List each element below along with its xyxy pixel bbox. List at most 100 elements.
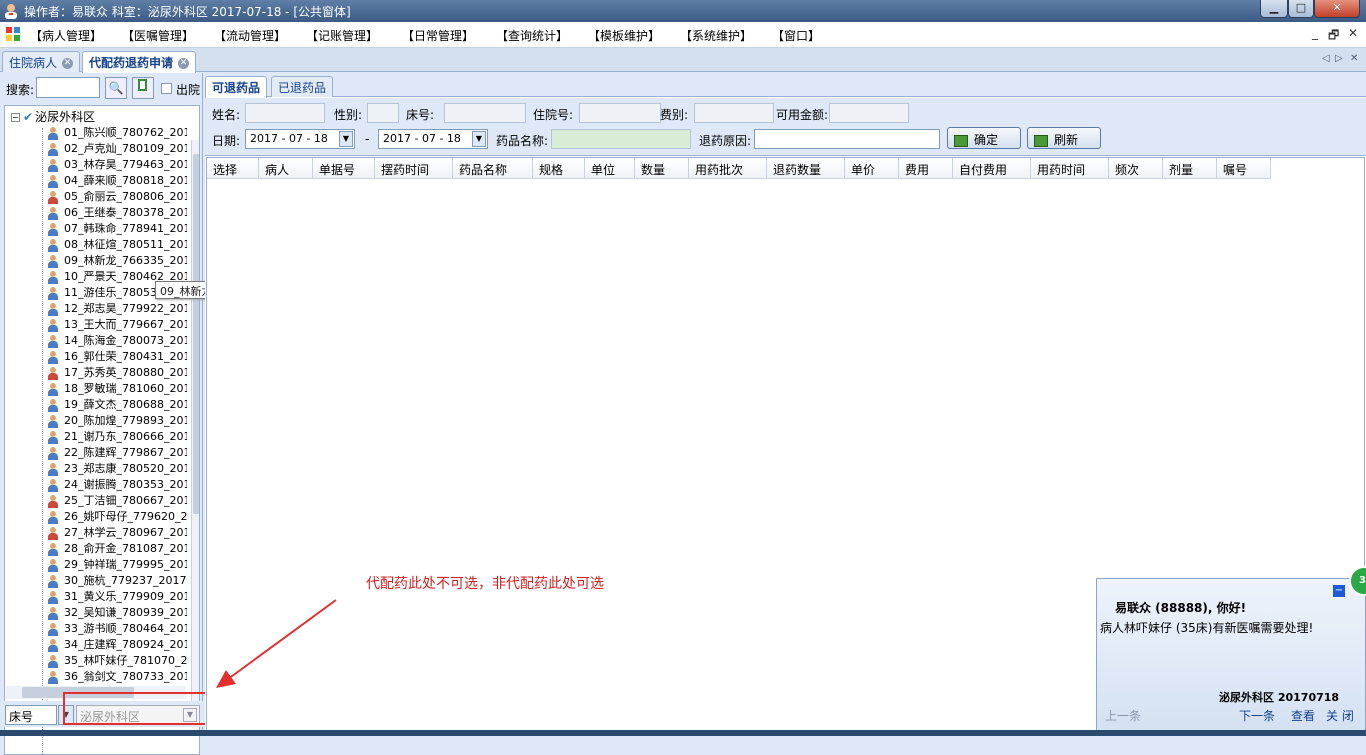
tree-patient-node[interactable]: 14_陈海金_780073_2017 (47, 332, 187, 348)
notification-message[interactable]: 病人林吓妹仔 (35床)有新医嘱需要处理! (1100, 619, 1313, 636)
discharged-checkbox[interactable] (161, 83, 172, 94)
tree-patient-node[interactable]: 21_谢乃东_780666_2017 (47, 428, 187, 444)
patient-tree[interactable]: − ✔ 泌尿外科区 01_陈兴顺_780762_2017 02_卢克灿_780109_… (4, 105, 200, 755)
close-button[interactable]: ✕ (1314, 0, 1360, 18)
return-reason-input[interactable] (754, 129, 940, 149)
menu-query-statistics[interactable]: 【查询统计】 (496, 27, 568, 44)
menu-flow-management[interactable]: 【流动管理】 (214, 27, 286, 44)
date-from-picker[interactable]: 2017 - 07 - 18 ▼ (245, 129, 355, 149)
grid-column-header[interactable]: 用药批次 (689, 158, 767, 179)
minimize-button[interactable]: ▁ (1260, 0, 1288, 18)
tree-patient-node[interactable]: 03_林存昊_779463_2017 (47, 156, 187, 172)
bed-field[interactable]: 床号 (5, 705, 57, 725)
tree-patient-node[interactable]: 20_陈加煌_779893_2017 (47, 412, 187, 428)
maximize-button[interactable]: □ (1288, 0, 1314, 18)
grid-column-header[interactable]: 摆药时间 (375, 158, 453, 179)
tree-patient-node[interactable]: 18_罗敏瑞_781060_2017 (47, 380, 187, 396)
view-notification-link[interactable]: 查看 (1291, 707, 1315, 724)
chevron-down-icon[interactable]: ▼ (339, 131, 353, 147)
female-patient-icon (47, 526, 59, 540)
tree-patient-node[interactable]: 13_王大而_779667_2017 (47, 316, 187, 332)
grid-column-header[interactable]: 用药时间 (1031, 158, 1109, 179)
tab-drug-return-request[interactable]: 代配药退药申请 ✕ (82, 51, 197, 73)
tab-prev-icon[interactable]: ◁ (1322, 53, 1330, 64)
grid-column-header[interactable]: 单位 (585, 158, 635, 179)
grid-column-header[interactable]: 数量 (635, 158, 689, 179)
mdi-restore-button[interactable]: 🗗 (1328, 26, 1339, 47)
tab-inpatients[interactable]: 住院病人 ✕ (2, 51, 81, 72)
grid-column-header[interactable]: 费用 (899, 158, 953, 179)
grid-column-header[interactable]: 单据号 (313, 158, 375, 179)
menu-daily-management[interactable]: 【日常管理】 (402, 27, 474, 44)
mdi-minimize-button[interactable]: _ (1312, 26, 1318, 40)
tree-patient-node[interactable]: 31_黄义乐_779909_2017 (47, 588, 187, 604)
tab-returnable-drugs[interactable]: 可退药品 (205, 76, 268, 98)
search-input[interactable] (36, 77, 100, 98)
tree-patient-node[interactable]: 30_施杭_779237_20170 (47, 572, 187, 588)
tree-patient-node[interactable]: 01_陈兴顺_780762_2017 (47, 124, 187, 140)
date-to-picker[interactable]: 2017 - 07 - 18 ▼ (378, 129, 488, 149)
tree-patient-node[interactable]: 32_吴知谦_780939_2017 (47, 604, 187, 620)
tree-patient-node[interactable]: 24_谢振腾_780353_2017 (47, 476, 187, 492)
tree-patient-node[interactable]: 12_郑志昊_779922_2017 (47, 300, 187, 316)
drug-name-input[interactable] (551, 129, 691, 149)
tree-patient-node[interactable]: 19_薛文杰_780688_2017 (47, 396, 187, 412)
tree-patient-node[interactable]: 25_丁洁钿_780667_2017 (47, 492, 187, 508)
tab-returned-drugs[interactable]: 已退药品 (271, 76, 334, 97)
grid-column-header[interactable]: 病人 (259, 158, 313, 179)
tree-patient-node[interactable]: 02_卢克灿_780109_2017 (47, 140, 187, 156)
search-button[interactable]: 🔍 (105, 77, 127, 99)
tree-patient-node[interactable]: 35_林吓妹仔_781070_2 (47, 652, 187, 668)
grid-column-header[interactable]: 自付费用 (953, 158, 1031, 179)
tree-patient-node[interactable]: 36_翁剑文_780733_2017 (47, 668, 187, 684)
chevron-down-icon[interactable]: ▼ (472, 131, 486, 147)
menu-window[interactable]: 【窗口】 (772, 27, 820, 44)
tree-patient-node[interactable]: 16_郭仕荣_780431_2017 (47, 348, 187, 364)
mdi-close-button[interactable]: ✕ (1348, 26, 1358, 40)
menu-accounting-management[interactable]: 【记账管理】 (306, 27, 378, 44)
menu-system-maintenance[interactable]: 【系统维护】 (680, 27, 752, 44)
tree-patient-node[interactable]: 17_苏秀英_780880_2017 (47, 364, 187, 380)
minimize-notification-button[interactable]: − (1333, 585, 1345, 597)
vertical-scrollbar[interactable] (191, 140, 199, 708)
refresh-button[interactable]: 刷新 (1027, 127, 1101, 149)
menu-template-maintenance[interactable]: 【模板维护】 (588, 27, 660, 44)
tree-patient-node[interactable]: 06_王继泰_780378_2017 (47, 204, 187, 220)
tree-patient-node[interactable]: 23_郑志康_780520_2017 (47, 460, 187, 476)
prev-notification-link[interactable]: 上一条 (1105, 707, 1141, 724)
tree-patient-node[interactable]: 05_俞丽云_780806_2017 (47, 188, 187, 204)
grid-column-header[interactable]: 规格 (533, 158, 585, 179)
menu-order-management[interactable]: 【医嘱管理】 (122, 27, 194, 44)
tab-next-icon[interactable]: ▷ (1335, 53, 1343, 64)
tree-patient-node[interactable]: 09_林新龙_766335_2017 (47, 252, 187, 268)
tree-patient-node[interactable]: 27_林学云_780967_2017 (47, 524, 187, 540)
tree-patient-node[interactable]: 22_陈建辉_779867_2017 (47, 444, 187, 460)
grid-column-header[interactable]: 频次 (1109, 158, 1163, 179)
close-tab-icon[interactable]: ✕ (62, 58, 74, 69)
collapse-icon[interactable]: − (11, 113, 20, 122)
close-notification-link[interactable]: 关 闭 (1326, 707, 1354, 724)
tree-patient-node[interactable]: 04_薛来顺_780818_2017 (47, 172, 187, 188)
scroll-thumb[interactable] (193, 154, 199, 514)
tree-patient-node[interactable]: 34_庄建辉_780924_2017 (47, 636, 187, 652)
grid-column-header[interactable]: 药品名称 (453, 158, 533, 179)
tree-patient-node[interactable]: 28_俞开金_781087_2017 (47, 540, 187, 556)
tree-patient-node[interactable]: 08_林征煊_780511_2017 (47, 236, 187, 252)
menu-patient-management[interactable]: 【病人管理】 (30, 27, 102, 44)
refresh-tree-button[interactable] (132, 77, 154, 99)
confirm-button[interactable]: 确定 (947, 127, 1021, 149)
close-tab-icon[interactable]: ✕ (178, 58, 190, 69)
grid-column-header[interactable]: 嘱号 (1217, 158, 1271, 179)
sex-label: 性别: (334, 108, 363, 122)
tree-patient-node[interactable]: 26_姚吓母仔_779620_2 (47, 508, 187, 524)
tree-patient-node[interactable]: 33_游书顺_780464_2017 (47, 620, 187, 636)
tree-root[interactable]: − ✔ 泌尿外科区 (11, 108, 95, 125)
next-notification-link[interactable]: 下一条 (1239, 707, 1275, 724)
grid-column-header[interactable]: 选择 (207, 158, 259, 179)
grid-column-header[interactable]: 退药数量 (767, 158, 845, 179)
grid-column-header[interactable]: 单价 (845, 158, 899, 179)
tree-patient-node[interactable]: 07_韩珠命_778941_2017 (47, 220, 187, 236)
tree-patient-node[interactable]: 29_钟祥瑞_779995_2017 (47, 556, 187, 572)
grid-column-header[interactable]: 剂量 (1163, 158, 1217, 179)
tab-close-icon[interactable]: ✕ (1350, 53, 1358, 64)
